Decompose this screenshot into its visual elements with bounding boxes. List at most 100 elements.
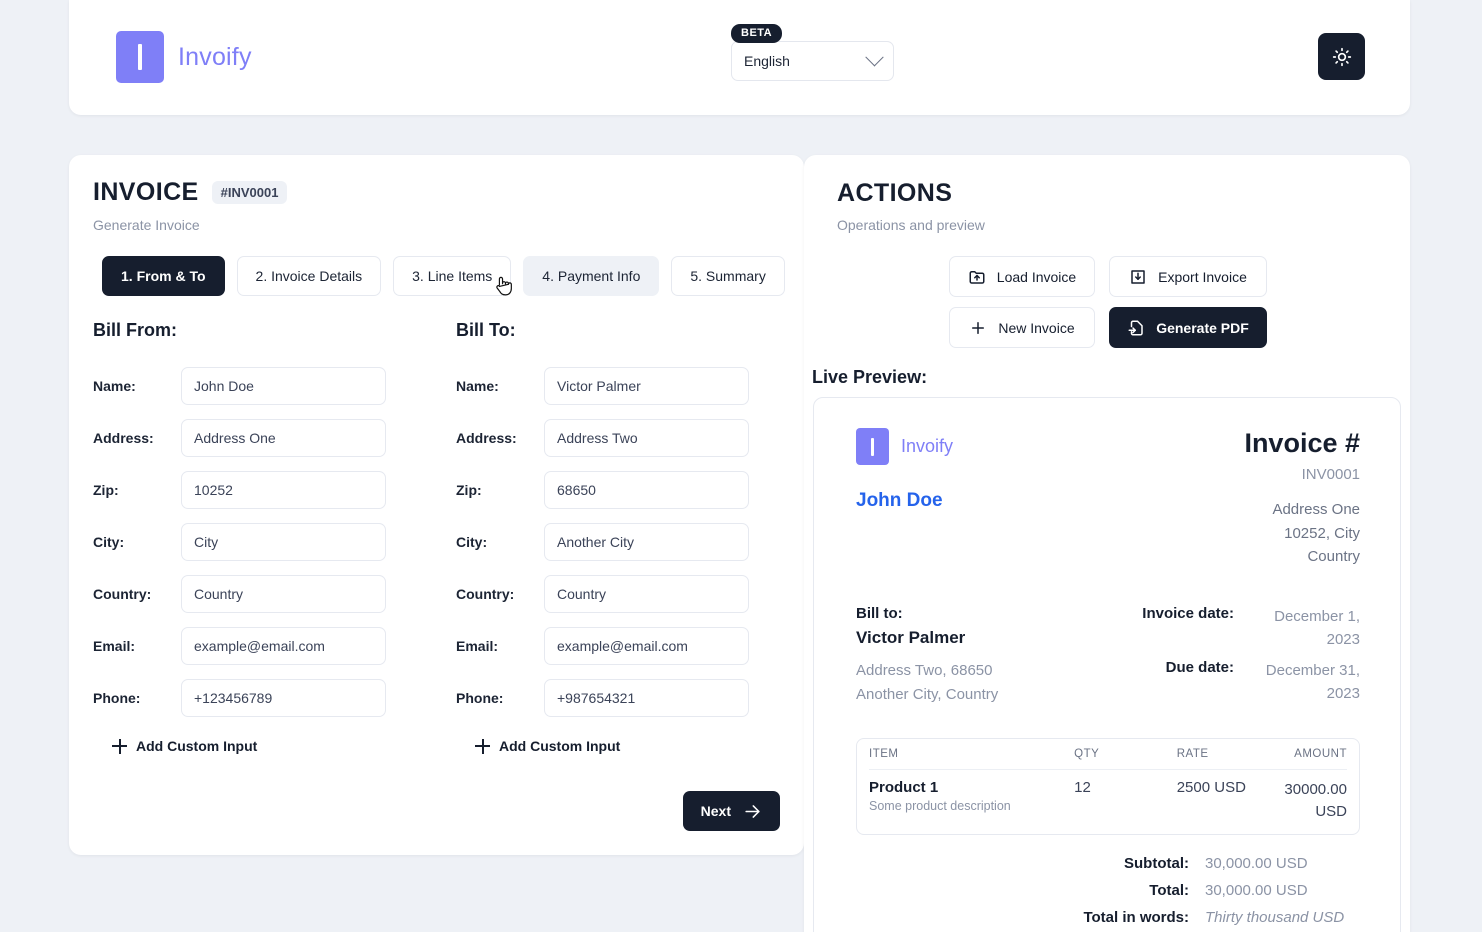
app-logo-icon: [116, 31, 164, 83]
totals-row-subtotal: Subtotal: 30,000.00 USD: [856, 855, 1360, 872]
preview-receiver-name: Victor Palmer: [856, 628, 966, 648]
invoice-live-preview: Invoify John Doe Invoice # INV0001 Addre…: [813, 397, 1401, 932]
totals-row-total: Total: 30,000.00 USD: [856, 882, 1360, 899]
next-button-label: Next: [700, 803, 731, 819]
folder-up-icon: [969, 270, 985, 284]
label-to-zip: Zip:: [456, 482, 482, 498]
export-invoice-button[interactable]: Export Invoice: [1109, 256, 1267, 297]
field-row-to-address: Address:: [456, 412, 783, 464]
preview-invoice-date-value: December 1, 2023: [1274, 608, 1360, 649]
preview-parties-and-dates: Bill to: Victor Palmer Address Two, 6865…: [856, 605, 1360, 712]
total-in-words-label: Total in words:: [1083, 908, 1189, 926]
brand: Invoify: [116, 31, 252, 83]
bill-from-heading: Bill From:: [93, 320, 177, 340]
preview-sender-name: John Doe: [856, 490, 943, 511]
label-to-city: City:: [456, 534, 488, 550]
field-row-from-address: Address:: [93, 412, 456, 464]
invoice-title-row: INVOICE #INV0001: [93, 178, 288, 207]
download-box-icon: [1131, 269, 1145, 284]
input-to-address[interactable]: [544, 419, 749, 457]
label-to-name: Name:: [456, 378, 499, 394]
input-from-name[interactable]: [181, 367, 386, 405]
add-custom-input-from-label: Add Custom Input: [136, 738, 258, 754]
bill-from-column: Bill From: Name: Address: Zip: City:: [93, 320, 456, 754]
input-from-zip[interactable]: [181, 471, 386, 509]
label-to-country: Country:: [456, 586, 515, 602]
load-invoice-label: Load Invoice: [996, 268, 1077, 285]
logo-bar: [138, 44, 142, 70]
new-invoice-button[interactable]: New Invoice: [949, 307, 1095, 348]
input-from-city[interactable]: [181, 523, 386, 561]
invoice-subtitle: Generate Invoice: [93, 217, 200, 233]
input-from-email[interactable]: [181, 627, 386, 665]
totals-row-total-in-words: Total in words: Thirty thousand USD: [856, 909, 1360, 926]
input-to-country[interactable]: [544, 575, 749, 613]
field-row-from-zip: Zip:: [93, 464, 456, 516]
add-custom-input-to-button[interactable]: Add Custom Input: [475, 738, 620, 754]
label-from-city: City:: [93, 534, 125, 550]
input-to-phone[interactable]: [544, 679, 749, 717]
language-select[interactable]: English: [731, 41, 894, 81]
tab-summary[interactable]: 5. Summary: [671, 256, 785, 296]
field-row-from-phone: Phone:: [93, 672, 456, 724]
bill-to-column: Bill To: Name: Address: Zip: City:: [456, 320, 783, 754]
add-custom-input-from-button[interactable]: Add Custom Input: [112, 738, 257, 754]
col-header-amount: AMOUNT: [1294, 748, 1347, 761]
arrow-right-icon: [745, 804, 760, 818]
col-header-qty: QTY: [1074, 748, 1100, 761]
tab-from-and-to[interactable]: 1. From & To: [102, 256, 225, 296]
theme-toggle-button[interactable]: [1318, 33, 1365, 80]
sender-address-line-2: 10252, City: [1284, 524, 1360, 542]
chevron-down-icon: [865, 47, 884, 66]
preview-due-date-value: December 31, 2023: [1265, 661, 1360, 702]
input-to-zip[interactable]: [544, 471, 749, 509]
preview-invoice-meta: Invoice # INV0001 Address One 10252, Cit…: [1244, 428, 1360, 569]
tab-line-items[interactable]: 3. Line Items: [393, 256, 512, 296]
preview-invoice-title: Invoice #: [1244, 428, 1360, 458]
table-header-row: ITEM QTY RATE AMOUNT: [869, 748, 1347, 769]
preview-receiver-address: Address Two, 68650 Another City, Country: [856, 659, 998, 707]
preview-due-date-row: Due date: December 31, 2023: [1085, 659, 1360, 706]
input-to-email[interactable]: [544, 627, 749, 665]
cell-amount: 30000.00 USD: [1284, 781, 1347, 820]
label-to-phone: Phone:: [456, 690, 504, 706]
invoice-number-chip: #INV0001: [211, 181, 288, 204]
plus-icon: [475, 738, 490, 754]
preview-header: Invoify John Doe Invoice # INV0001 Addre…: [856, 428, 1360, 569]
label-from-country: Country:: [93, 586, 152, 602]
input-from-country[interactable]: [181, 575, 386, 613]
label-to-email: Email:: [456, 638, 499, 654]
input-from-phone[interactable]: [181, 679, 386, 717]
total-label: Total:: [1149, 881, 1189, 899]
preview-due-date-label: Due date:: [1165, 658, 1234, 676]
sun-icon: [1332, 47, 1351, 66]
next-button[interactable]: Next: [682, 791, 780, 831]
tab-invoice-details[interactable]: 2. Invoice Details: [236, 256, 382, 296]
preview-sender-address: Address One 10252, City Country: [1244, 498, 1360, 569]
receiver-address-line-2: Another City, Country: [856, 686, 999, 704]
plus-icon: [972, 321, 985, 334]
input-from-address[interactable]: [181, 419, 386, 457]
input-to-city[interactable]: [544, 523, 749, 561]
brand-name: Invoify: [178, 42, 252, 71]
preview-bill-to-block: Bill to: Victor Palmer Address Two, 6865…: [856, 605, 998, 712]
input-to-name[interactable]: [544, 367, 749, 405]
preview-sender-block: Invoify John Doe: [856, 428, 953, 512]
app-header: Invoify BETA English: [69, 0, 1410, 115]
actions-panel: ACTIONS Operations and preview Load Invo…: [804, 155, 1410, 932]
plus-icon: [112, 738, 127, 754]
app-root: Invoify BETA English INVOICE #INV0001 Ge…: [0, 0, 1482, 932]
load-invoice-button[interactable]: Load Invoice: [949, 256, 1095, 297]
actions-button-grid: Load Invoice Export Invoice New Invoice: [949, 256, 1267, 348]
field-row-to-city: City:: [456, 516, 783, 568]
page-title: INVOICE: [93, 178, 199, 206]
preview-logo-bar: [871, 437, 874, 456]
tab-payment-info[interactable]: 4. Payment Info: [523, 256, 660, 296]
table-row: Product 1 Some product description 12 25…: [869, 769, 1347, 823]
preview-logo-icon: [856, 428, 889, 465]
item-name: Product 1: [869, 779, 939, 797]
subtotal-label: Subtotal:: [1124, 854, 1189, 872]
generate-pdf-button[interactable]: Generate PDF: [1109, 307, 1267, 348]
field-row-to-email: Email:: [456, 620, 783, 672]
bill-columns: Bill From: Name: Address: Zip: City:: [93, 320, 783, 754]
